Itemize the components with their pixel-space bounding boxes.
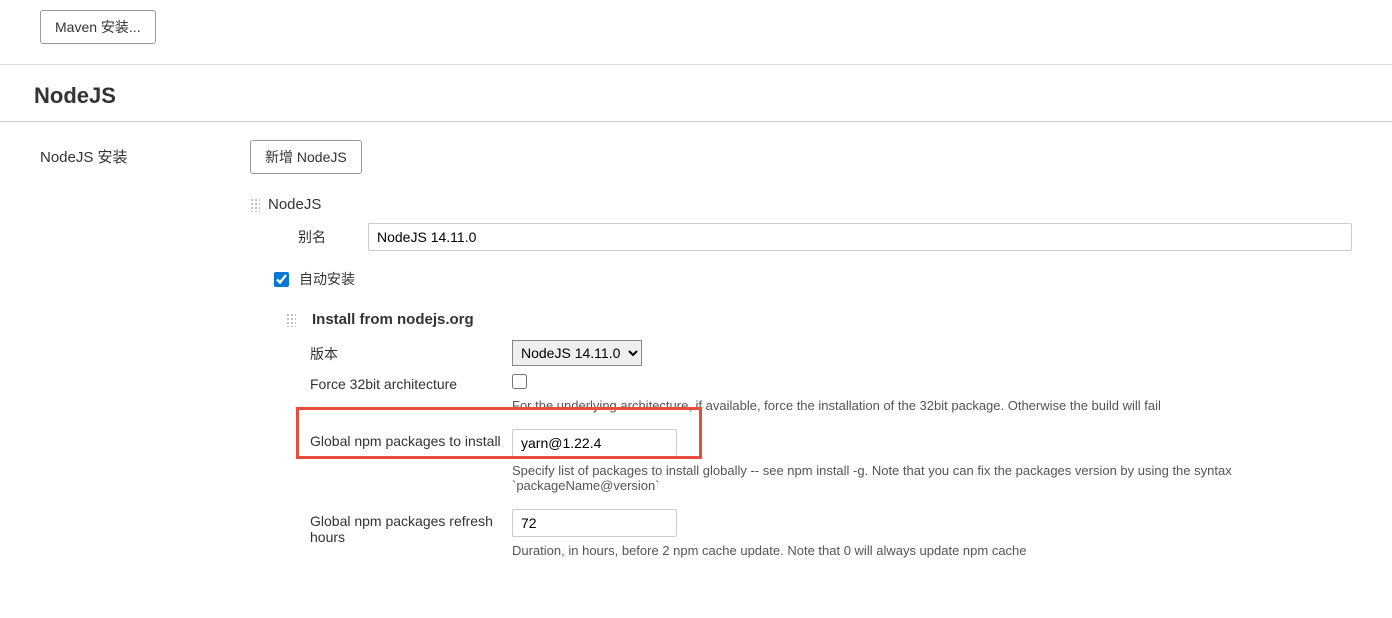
force32-help: For the underlying architecture, if avai… — [512, 398, 1352, 413]
version-label: 版本 — [286, 340, 512, 364]
global-packages-input[interactable] — [512, 429, 677, 457]
refresh-hours-input[interactable] — [512, 509, 677, 537]
global-packages-label: Global npm packages to install — [286, 429, 512, 449]
tool-name-label: NodeJS — [268, 196, 321, 213]
version-select[interactable]: NodeJS 14.11.0 — [512, 340, 642, 366]
nodejs-title: NodeJS — [34, 83, 1358, 109]
global-packages-help: Specify list of packages to install glob… — [512, 463, 1352, 493]
auto-install-checkbox[interactable] — [274, 272, 289, 287]
nodejs-section-body: NodeJS 安装 新增 NodeJS NodeJS 别名 自动安装 — [0, 122, 1392, 618]
refresh-hours-label: Global npm packages refresh hours — [286, 509, 512, 545]
drag-handle-icon[interactable] — [286, 313, 296, 327]
drag-handle-icon[interactable] — [250, 198, 260, 212]
force32-checkbox[interactable] — [512, 374, 527, 389]
nodejs-tool-block: NodeJS 别名 自动安装 Install f — [250, 196, 1352, 568]
alias-input[interactable] — [368, 223, 1352, 251]
maven-section: Maven 安装... — [0, 0, 1392, 65]
add-nodejs-button[interactable]: 新增 NodeJS — [250, 140, 362, 174]
installer-block: Install from nodejs.org 版本 NodeJS 14.11.… — [250, 311, 1352, 568]
nodejs-install-label: NodeJS 安装 — [40, 140, 250, 167]
refresh-hours-help: Duration, in hours, before 2 npm cache u… — [512, 543, 1352, 558]
alias-label: 别名 — [250, 227, 368, 247]
force32-label: Force 32bit architecture — [286, 372, 512, 392]
installer-title: Install from nodejs.org — [312, 311, 474, 328]
auto-install-label: 自动安装 — [299, 269, 355, 289]
maven-install-button[interactable]: Maven 安装... — [40, 10, 156, 44]
nodejs-section-header: NodeJS — [0, 65, 1392, 122]
